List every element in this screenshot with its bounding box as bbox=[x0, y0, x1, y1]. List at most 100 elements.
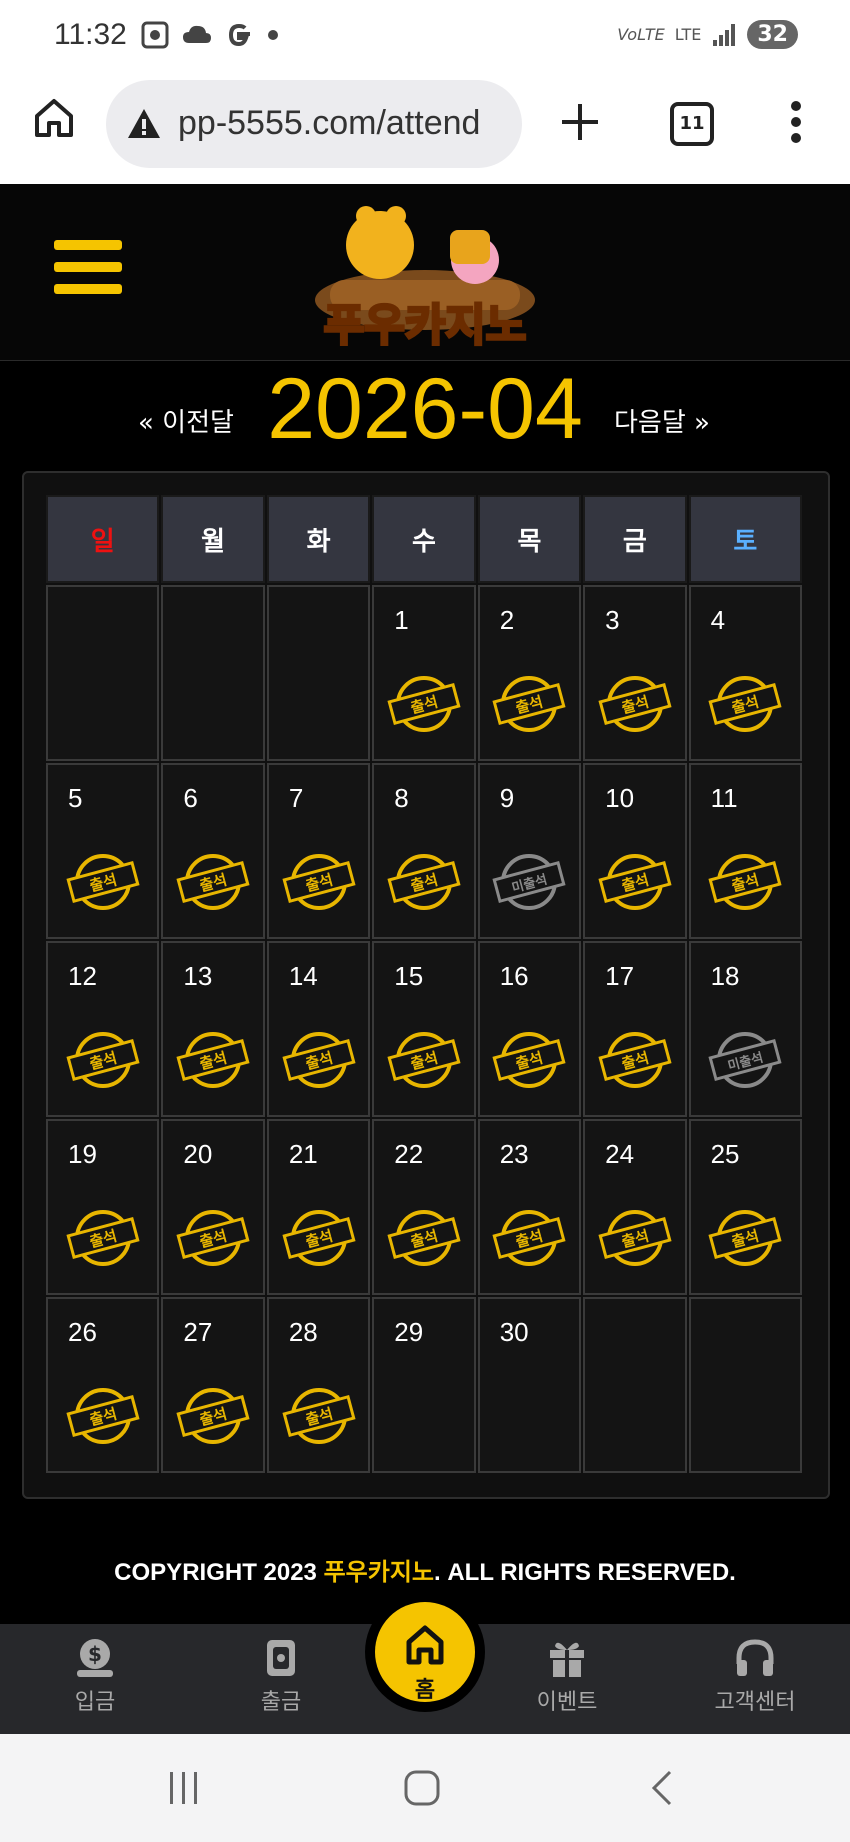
attended-stamp: 출석 bbox=[66, 1032, 140, 1088]
attended-stamp: 출석 bbox=[66, 1210, 140, 1266]
day-number: 15 bbox=[394, 961, 424, 991]
calendar-day-cell[interactable]: 24 출석 bbox=[583, 1119, 687, 1295]
attended-stamp: 출석 bbox=[387, 1032, 461, 1088]
calendar-day-cell[interactable]: 30 bbox=[477, 1297, 582, 1473]
nav-deposit-label: 입금 bbox=[74, 1690, 116, 1715]
calendar-day-cell[interactable]: 26 출석 bbox=[46, 1297, 160, 1473]
recent-apps-icon[interactable] bbox=[164, 1768, 204, 1808]
calendar-week-row: 26 출석 27 출석 28 출석 29 30 bbox=[46, 1295, 804, 1473]
attended-stamp: 출석 bbox=[281, 1210, 356, 1266]
browser-home-icon[interactable] bbox=[32, 96, 76, 140]
hamburger-menu-icon[interactable] bbox=[54, 240, 122, 300]
day-number: 19 bbox=[68, 1139, 97, 1169]
day-number: 16 bbox=[499, 961, 529, 991]
volte-label: VoLTE bbox=[617, 25, 665, 44]
nav-withdraw[interactable]: 출금 bbox=[226, 1624, 336, 1734]
calendar-day-cell[interactable]: 13 출석 bbox=[161, 941, 265, 1117]
nav-withdraw-label: 출금 bbox=[260, 1690, 302, 1715]
nav-deposit[interactable]: $ 입금 bbox=[40, 1624, 150, 1734]
calendar-day-cell[interactable]: 19 출석 bbox=[46, 1119, 160, 1295]
more-menu-icon[interactable] bbox=[790, 100, 802, 144]
google-icon bbox=[228, 23, 250, 47]
attended-stamp: 출석 bbox=[281, 1032, 356, 1088]
calendar-day-cell[interactable]: 18 미출석 bbox=[688, 941, 802, 1117]
attended-stamp: 출석 bbox=[176, 1210, 250, 1266]
prev-month-link[interactable]: « 이전달 bbox=[138, 402, 234, 439]
system-navigation-bar bbox=[0, 1734, 850, 1842]
calendar-day-cell[interactable]: 10 출석 bbox=[583, 763, 687, 939]
weekday-fri: 금 bbox=[583, 495, 687, 583]
tab-switcher-button[interactable]: 11 bbox=[670, 102, 714, 146]
attended-stamp: 출석 bbox=[176, 1032, 250, 1088]
calendar-day-cell[interactable]: 28 출석 bbox=[266, 1297, 371, 1473]
calendar-day-cell[interactable]: 29 bbox=[372, 1297, 476, 1473]
calendar-day-cell[interactable]: 7 출석 bbox=[266, 763, 371, 939]
warning-icon[interactable] bbox=[126, 106, 162, 142]
weekday-mon: 월 bbox=[161, 495, 265, 583]
calendar-day-cell[interactable]: 11 출석 bbox=[688, 763, 802, 939]
calendar-day-cell[interactable]: 2 출석 bbox=[477, 585, 582, 761]
url-text[interactable]: pp-5555.com/attend bbox=[178, 104, 512, 143]
weekday-sun: 일 bbox=[46, 495, 160, 583]
nav-support[interactable]: 고객센터 bbox=[700, 1624, 810, 1734]
day-number: 17 bbox=[605, 961, 635, 991]
calendar-day-cell[interactable]: 17 출석 bbox=[583, 941, 687, 1117]
logo-illustration: 푸우카지노 bbox=[315, 206, 535, 353]
calendar-week-row: 5 출석 6 출석 7 출석 8 출석 9 미출석 10 출석 11 출석 bbox=[46, 761, 804, 939]
calendar-day-cell bbox=[46, 585, 160, 761]
day-number: 3 bbox=[605, 605, 620, 635]
calendar-day-cell[interactable]: 27 출석 bbox=[161, 1297, 265, 1473]
attended-stamp: 출석 bbox=[66, 1388, 140, 1444]
calendar-day-cell[interactable]: 12 출석 bbox=[46, 941, 160, 1117]
day-number: 10 bbox=[605, 783, 635, 813]
month-navigation: « 이전달 2026-04 다음달 » bbox=[0, 360, 850, 470]
back-icon[interactable] bbox=[642, 1768, 682, 1808]
day-number: 12 bbox=[68, 961, 97, 991]
calendar-day-cell[interactable]: 3 출석 bbox=[583, 585, 687, 761]
system-home-icon[interactable] bbox=[402, 1768, 442, 1808]
weekday-tue: 화 bbox=[266, 495, 371, 583]
calendar-day-cell[interactable]: 23 출석 bbox=[477, 1119, 582, 1295]
nav-home-button[interactable]: 홈 bbox=[375, 1602, 475, 1703]
attended-stamp: 출석 bbox=[598, 1210, 672, 1266]
calendar-day-cell[interactable]: 5 출석 bbox=[46, 763, 160, 939]
site-logo[interactable]: 푸우카지노 bbox=[300, 190, 550, 356]
calendar-day-cell[interactable]: 6 출석 bbox=[161, 763, 265, 939]
attended-stamp: 출석 bbox=[387, 1210, 461, 1266]
day-number: 27 bbox=[183, 1317, 213, 1347]
calendar-grid: 일 월 화 수 목 금 토 1 출석 2 출석 3 출석 4 출석 5 출석 6 출석 7 출석 8 출석 9 미… bbox=[46, 495, 804, 1473]
calendar-day-cell[interactable]: 1 출석 bbox=[372, 585, 476, 761]
attended-stamp: 출석 bbox=[492, 676, 566, 732]
day-number: 22 bbox=[394, 1139, 424, 1169]
calendar-day-cell[interactable]: 21 출석 bbox=[266, 1119, 371, 1295]
site-header: 푸우카지노 bbox=[0, 184, 850, 361]
day-number: 20 bbox=[183, 1139, 213, 1169]
calendar-week-row: 12 출석 13 출석 14 출석 15 출석 16 출석 17 출석 18 미출석 bbox=[46, 939, 804, 1117]
day-number: 14 bbox=[288, 961, 318, 991]
new-tab-icon[interactable] bbox=[560, 102, 600, 142]
day-number: 26 bbox=[68, 1317, 97, 1347]
calendar-day-cell[interactable]: 16 출석 bbox=[477, 941, 582, 1117]
calendar-day-cell[interactable]: 14 출석 bbox=[266, 941, 371, 1117]
calendar-day-cell[interactable]: 8 출석 bbox=[372, 763, 476, 939]
gift-icon bbox=[550, 1642, 584, 1677]
attended-stamp: 출석 bbox=[387, 676, 461, 732]
screenshot-icon bbox=[141, 21, 169, 49]
day-number: 29 bbox=[394, 1317, 424, 1347]
calendar-day-cell[interactable]: 9 미출석 bbox=[477, 763, 582, 939]
nav-event[interactable]: 이벤트 bbox=[512, 1624, 622, 1734]
attended-stamp: 출석 bbox=[598, 1032, 672, 1088]
attended-stamp: 출석 bbox=[176, 1388, 250, 1444]
calendar-day-cell[interactable]: 25 출석 bbox=[688, 1119, 802, 1295]
day-number: 28 bbox=[288, 1317, 318, 1347]
address-bar[interactable]: pp-5555.com/attend bbox=[106, 80, 522, 168]
calendar-day-cell[interactable]: 22 출석 bbox=[372, 1119, 476, 1295]
calendar-day-cell[interactable]: 4 출석 bbox=[688, 585, 802, 761]
calendar-day-cell[interactable]: 20 출석 bbox=[161, 1119, 265, 1295]
calendar-day-cell[interactable]: 15 출석 bbox=[372, 941, 476, 1117]
status-time: 11:32 bbox=[54, 18, 127, 51]
day-number: 21 bbox=[288, 1139, 318, 1169]
browser-toolbar: pp-5555.com/attend 11 bbox=[0, 72, 850, 184]
next-month-link[interactable]: 다음달 » bbox=[614, 402, 710, 439]
dot-icon bbox=[268, 30, 278, 40]
